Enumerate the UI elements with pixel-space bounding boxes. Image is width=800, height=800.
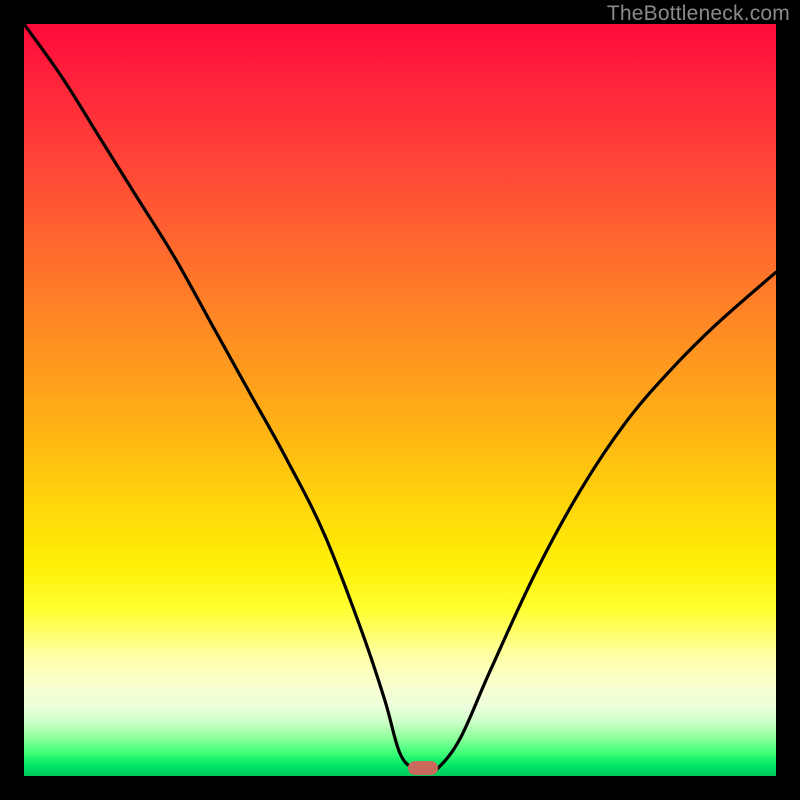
watermark-text: TheBottleneck.com xyxy=(607,2,790,26)
curve-svg xyxy=(24,24,776,776)
bottleneck-curve-path xyxy=(24,24,776,771)
minimum-marker xyxy=(408,761,438,775)
plot-area xyxy=(24,24,776,776)
chart-frame: TheBottleneck.com xyxy=(0,0,800,800)
